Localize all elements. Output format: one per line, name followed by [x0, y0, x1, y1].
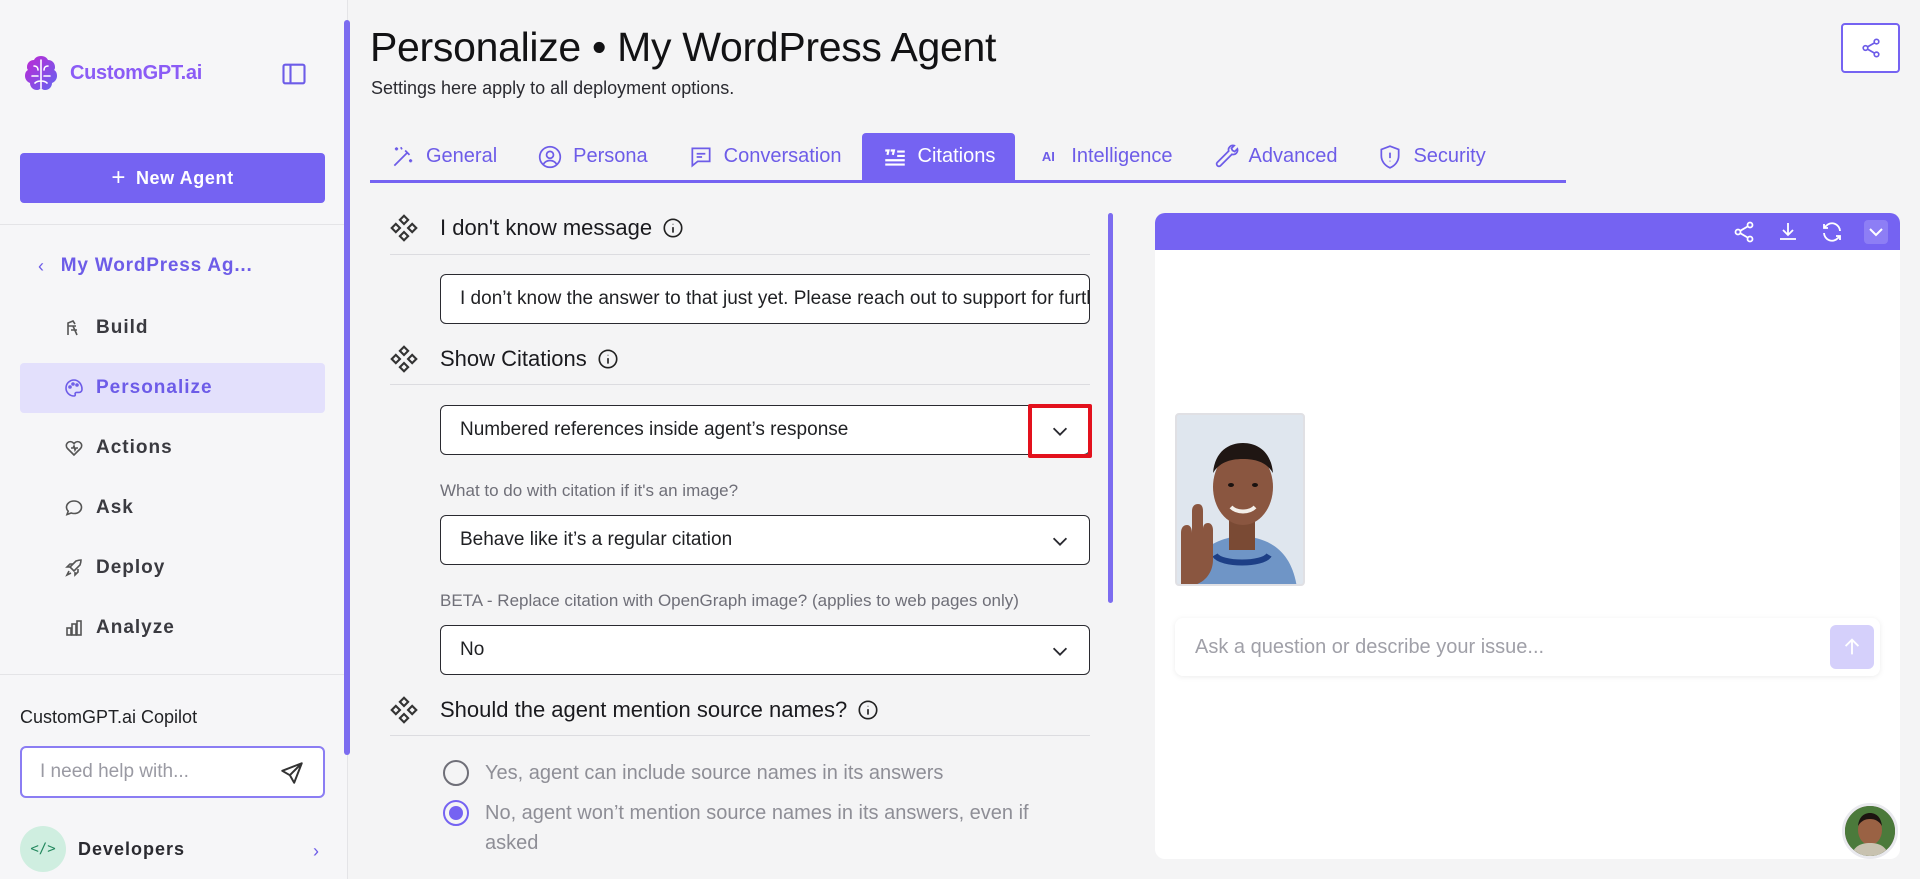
- section-show-citations: Show Citations: [390, 345, 619, 373]
- new-agent-label: New Agent: [135, 167, 234, 188]
- tab-security[interactable]: Security: [1357, 133, 1505, 180]
- tab-citations[interactable]: Citations: [861, 133, 1016, 180]
- send-button[interactable]: [1830, 625, 1874, 669]
- radio-button-selected[interactable]: [443, 800, 469, 826]
- palette-icon: [65, 379, 83, 397]
- info-icon[interactable]: [597, 348, 619, 370]
- code-icon: </>: [20, 826, 66, 872]
- chevron-left-icon: ‹: [38, 255, 45, 276]
- sidebar-item-personalize[interactable]: Personalize: [20, 363, 325, 413]
- copilot-input[interactable]: I need help with...: [20, 746, 325, 798]
- user-circle-icon: [538, 145, 562, 168]
- dropdown-highlight-box: [1028, 404, 1092, 458]
- idk-message-input[interactable]: I don’t know the answer to that just yet…: [440, 274, 1090, 324]
- page-title: Personalize • My WordPress Agent: [370, 24, 997, 70]
- tab-advanced[interactable]: Advanced: [1193, 133, 1358, 180]
- image-citation-label: What to do with citation if it's an imag…: [440, 481, 739, 500]
- copilot-title: CustomGPT.ai Copilot: [20, 707, 198, 727]
- agent-avatar-image: [1175, 413, 1305, 586]
- brand-name: CustomGPT.ai: [70, 61, 202, 84]
- section-divider: [390, 384, 1090, 385]
- message-icon: [691, 146, 711, 167]
- new-agent-button[interactable]: + New Agent: [20, 153, 325, 203]
- sidebar-scrollbar[interactable]: [344, 20, 350, 755]
- drag-handle-icon[interactable]: [390, 696, 418, 724]
- form-scrollbar[interactable]: [1108, 213, 1113, 603]
- section-title: Show Citations: [440, 346, 587, 371]
- chevron-down-icon[interactable]: [1864, 219, 1888, 244]
- sidebar-item-ask[interactable]: Ask: [20, 483, 325, 533]
- sidebar-item-build[interactable]: Build: [20, 303, 325, 353]
- brand-logo[interactable]: CustomGPT.ai: [20, 52, 202, 94]
- sidebar-item-deploy[interactable]: Deploy: [20, 543, 325, 593]
- section-title: I don't know message: [440, 215, 653, 240]
- actions-icon: [65, 440, 83, 457]
- sidebar: CustomGPT.ai + New Agent ‹ My WordPress …: [0, 0, 348, 879]
- opengraph-select[interactable]: No: [440, 625, 1090, 675]
- section-source-names: Should the agent mention source names?: [390, 696, 879, 724]
- share-button[interactable]: [1841, 23, 1900, 73]
- section-divider: [390, 735, 1090, 736]
- section-title: Should the agent mention source names?: [440, 697, 848, 722]
- developers-label: Developers: [78, 838, 186, 859]
- chevron-down-icon[interactable]: [1049, 640, 1071, 662]
- developers-link[interactable]: </> Developers ›: [20, 824, 325, 874]
- agent-name: My WordPress Ag...: [60, 255, 253, 276]
- page-subtitle: Settings here apply to all deployment op…: [371, 78, 735, 98]
- info-icon[interactable]: [857, 699, 879, 721]
- sidebar-divider: [0, 224, 348, 225]
- tab-intelligence[interactable]: AI Intelligence: [1015, 133, 1192, 180]
- tab-general[interactable]: General: [370, 133, 517, 180]
- agent-back-link[interactable]: ‹ My WordPress Ag...: [38, 255, 253, 277]
- section-idk-message: I don't know message: [390, 214, 684, 242]
- sidebar-divider: [0, 674, 348, 675]
- build-icon: [67, 320, 78, 336]
- rocket-icon: [65, 559, 82, 577]
- refresh-icon[interactable]: [1820, 220, 1844, 244]
- brain-logo-icon: [25, 56, 57, 90]
- settings-tabs: General Persona Conversation Citations A…: [370, 133, 1566, 183]
- drag-handle-icon[interactable]: [390, 214, 418, 242]
- chart-icon: [66, 620, 82, 636]
- plus-icon: +: [111, 164, 126, 191]
- radio-option-yes[interactable]: Yes, agent can include source names in i…: [443, 758, 943, 788]
- show-citations-select[interactable]: Numbered references inside agent’s respo…: [440, 405, 1090, 455]
- ask-placeholder: Ask a question or describe your issue...: [1195, 635, 1545, 658]
- radio-option-no[interactable]: No, agent won’t mention source names in …: [443, 798, 1083, 858]
- tab-persona[interactable]: Persona: [517, 133, 668, 180]
- download-icon[interactable]: [1776, 220, 1800, 244]
- sidebar-item-actions[interactable]: Actions: [20, 423, 325, 473]
- support-avatar-button[interactable]: [1842, 803, 1898, 859]
- magic-wand-icon: [393, 146, 413, 166]
- arrow-up-icon: [1844, 638, 1860, 655]
- section-divider: [390, 254, 1090, 255]
- shield-icon: [1380, 144, 1401, 169]
- chevron-down-icon[interactable]: [1049, 530, 1071, 552]
- chat-preview-panel: Ask a question or describe your issue...: [1155, 213, 1900, 859]
- info-icon[interactable]: [662, 217, 684, 239]
- opengraph-label: BETA - Replace citation with OpenGraph i…: [440, 591, 1019, 610]
- chat-icon: [65, 500, 83, 516]
- preview-toolbar: [1155, 213, 1900, 250]
- send-icon[interactable]: [279, 760, 305, 786]
- image-citation-select[interactable]: Behave like it’s a regular citation: [440, 515, 1090, 565]
- chevron-right-icon: ›: [313, 841, 319, 861]
- copilot-placeholder: I need help with...: [40, 761, 189, 782]
- sidebar-item-analyze[interactable]: Analyze: [20, 603, 325, 653]
- quote-icon: [884, 148, 905, 166]
- ai-icon: AI: [1041, 149, 1055, 164]
- share-icon: [1861, 38, 1880, 58]
- wrench-icon: [1215, 144, 1238, 167]
- radio-button[interactable]: [443, 760, 469, 786]
- drag-handle-icon[interactable]: [390, 345, 418, 373]
- share-icon[interactable]: [1732, 220, 1756, 244]
- chat-ask-input[interactable]: Ask a question or describe your issue...: [1175, 618, 1880, 676]
- sidebar-collapse-icon[interactable]: [280, 60, 308, 88]
- tab-conversation[interactable]: Conversation: [668, 133, 862, 180]
